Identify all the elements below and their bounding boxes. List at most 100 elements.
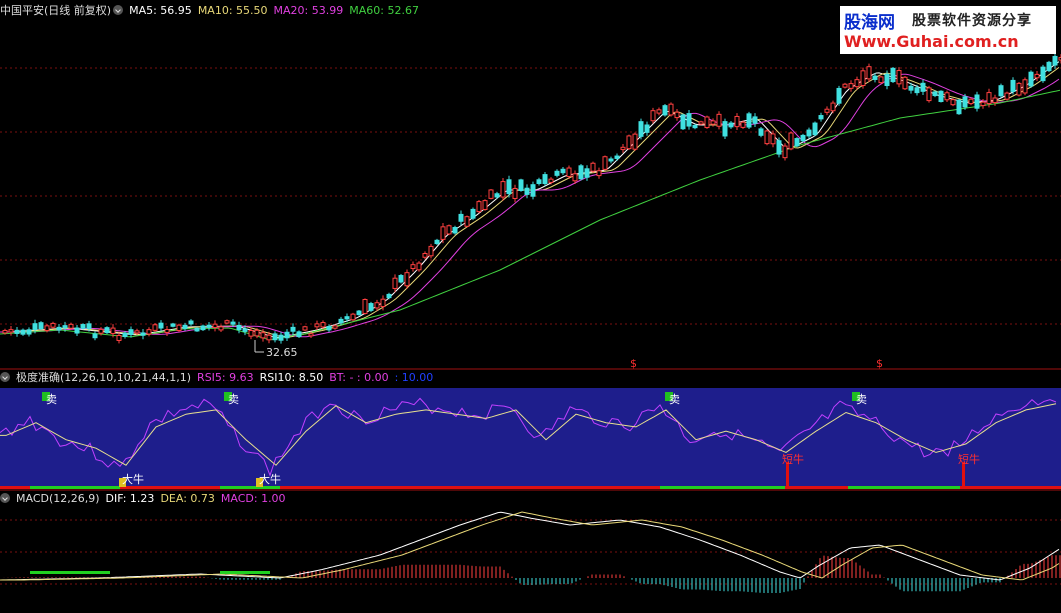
candle-body (746, 113, 752, 128)
rsi-baseline-green (848, 486, 960, 489)
candle-body (320, 322, 326, 328)
candle-body (1040, 66, 1046, 82)
candle-body (644, 124, 650, 133)
candle-body (578, 165, 584, 180)
candle-body (1028, 71, 1034, 87)
candle-body (428, 245, 434, 257)
candle-body (878, 76, 884, 84)
candle-body (506, 179, 512, 195)
candle-body (230, 321, 236, 325)
candle-body (368, 303, 374, 311)
candle-body (200, 325, 206, 331)
candle-body (32, 323, 38, 330)
sell-label: 卖 (46, 393, 57, 406)
candle-body (1010, 79, 1016, 92)
candle-body (764, 130, 770, 145)
candle-body (44, 325, 50, 332)
ma5-label: MA5: 56.95 (129, 4, 192, 17)
candle-body (380, 298, 386, 308)
candle-body (776, 140, 782, 155)
candle-body (656, 109, 662, 114)
rsi-baseline-green (220, 486, 280, 489)
candle-body (176, 324, 182, 332)
candle-body (950, 99, 956, 106)
candle-body (824, 108, 830, 113)
rsi-baseline-green (660, 486, 785, 489)
candle-body (842, 83, 848, 88)
candle-body (530, 184, 536, 197)
candle-body (2, 329, 8, 334)
sell-label: 卖 (669, 393, 680, 406)
big-bull-label: 大牛 (122, 472, 144, 486)
candle-body (68, 323, 74, 329)
candle-body (920, 82, 926, 92)
short-bull-label: 短牛 (958, 452, 980, 466)
candle-body (62, 325, 68, 329)
candle-body (1052, 55, 1058, 66)
candle-body (74, 327, 80, 334)
candle-body (116, 334, 122, 341)
candle-body (338, 318, 344, 324)
candle-body (410, 264, 416, 270)
candle-body (206, 324, 212, 328)
candle-body (284, 331, 290, 339)
candle-body (566, 167, 572, 177)
candle-body (164, 329, 170, 333)
settings-icon[interactable] (113, 5, 124, 15)
candle-body (110, 327, 116, 335)
candle-body (308, 333, 314, 337)
candle-body (434, 239, 440, 245)
watermark-logo: 股海网 股票软件资源分享 Www.Guhai.com.cn (840, 6, 1056, 54)
candle-body (26, 329, 32, 335)
candle-body (536, 179, 542, 184)
candle-body (956, 99, 962, 115)
candle-body (806, 129, 812, 137)
candle-body (146, 329, 152, 335)
candle-body (722, 121, 728, 137)
low-price-label: 32.65 (266, 346, 298, 359)
candle-body (374, 302, 380, 309)
candle-body (194, 327, 200, 332)
candle-body (914, 87, 920, 94)
candle-body (236, 324, 242, 331)
candle-body (86, 323, 92, 330)
candle-body (494, 193, 500, 198)
candle-body (422, 253, 428, 258)
candle-body (254, 329, 260, 337)
dif-label: DIF: 1.23 (105, 492, 155, 505)
candle-body (518, 179, 524, 192)
candle-body (638, 121, 644, 137)
candle-body (476, 201, 482, 213)
candle-body (896, 70, 902, 85)
ma5-line (0, 61, 1060, 338)
candle-body (998, 85, 1004, 97)
candle-body (590, 162, 596, 172)
candle-body (416, 262, 422, 271)
candle-body (692, 124, 698, 129)
price-panel-header: 中国平安(日线 前复权) MA5: 56.95 MA10: 55.50 MA20: 5… (0, 4, 425, 18)
candle-body (584, 168, 590, 178)
sell-label: 卖 (228, 393, 239, 406)
candle-body (350, 313, 356, 321)
watermark-url: Www.Guhai.com.cn (844, 32, 1019, 51)
candle-body (788, 132, 794, 150)
candle-body (836, 87, 842, 104)
candle-body (632, 133, 638, 150)
chart-canvas[interactable]: 32.65 $ $ 卖 卖 卖 卖大牛 大牛 短牛 短牛 (0, 0, 1061, 613)
candle-body (854, 79, 860, 88)
candle-body (932, 91, 938, 97)
candle-body (554, 170, 560, 176)
macd-zero-band (30, 571, 110, 574)
settings-icon[interactable] (0, 493, 10, 503)
candle-body (1046, 61, 1052, 72)
candle-body (446, 225, 452, 235)
short-bull-label: 短牛 (782, 452, 804, 466)
candle-body (212, 323, 218, 329)
candle-body (332, 325, 338, 329)
bt-label: BT: - : 0.00 (329, 371, 389, 384)
candle-body (140, 332, 146, 336)
ma60-line (0, 89, 1061, 341)
settings-icon[interactable] (0, 372, 10, 382)
candle-body (128, 329, 134, 335)
candle-body (668, 103, 674, 116)
